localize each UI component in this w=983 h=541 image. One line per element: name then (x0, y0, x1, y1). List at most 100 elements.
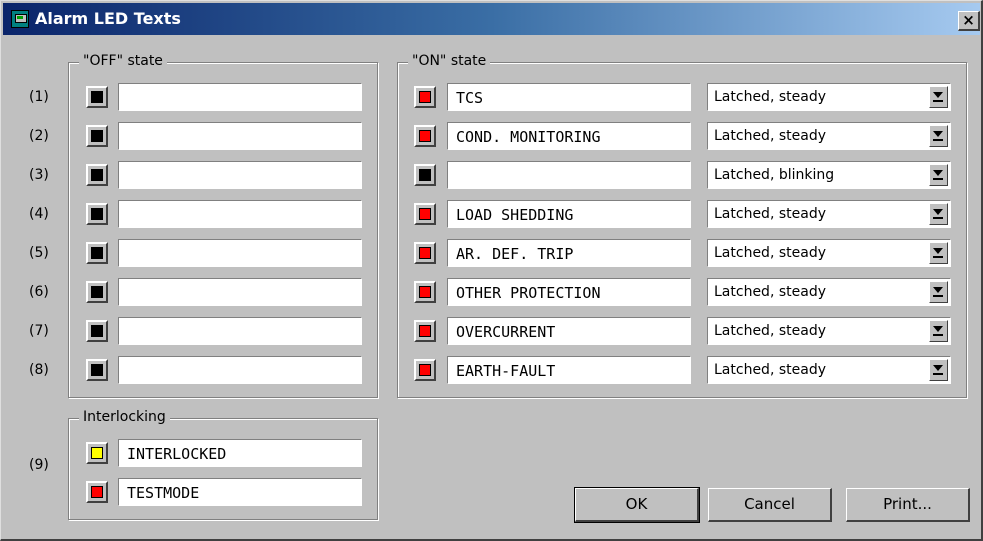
interlocking-legend: Interlocking (79, 409, 170, 425)
on-mode-select-3[interactable]: Latched, blinking (707, 161, 951, 189)
interlock-led-1[interactable] (86, 442, 108, 464)
cancel-button[interactable]: Cancel (708, 488, 832, 522)
alarm-led-texts-dialog: Alarm LED Texts × "OFF" state "ON" state… (0, 0, 983, 541)
on-text-2[interactable]: COND. MONITORING (447, 122, 691, 150)
off-text-2[interactable] (118, 122, 362, 150)
on-led-1[interactable] (414, 86, 436, 108)
off-led-3[interactable] (86, 164, 108, 186)
led-color-swatch (91, 130, 103, 142)
ok-button[interactable]: OK (574, 487, 700, 523)
off-state-legend: "OFF" state (79, 53, 167, 69)
off-led-6[interactable] (86, 281, 108, 303)
on-text-6[interactable]: OTHER PROTECTION (447, 278, 691, 306)
on-led-6[interactable] (414, 281, 436, 303)
chevron-down-icon[interactable] (929, 242, 948, 264)
on-text-1[interactable]: TCS (447, 83, 691, 111)
chevron-down-icon[interactable] (929, 86, 948, 108)
title-bar[interactable]: Alarm LED Texts × (3, 3, 980, 35)
row-number-1: (1) (29, 89, 49, 105)
led-color-swatch (91, 247, 103, 259)
on-mode-value: Latched, steady (714, 245, 826, 261)
led-color-swatch (419, 91, 431, 103)
on-mode-select-8[interactable]: Latched, steady (707, 356, 951, 384)
off-led-8[interactable] (86, 359, 108, 381)
on-mode-select-7[interactable]: Latched, steady (707, 317, 951, 345)
off-led-1[interactable] (86, 86, 108, 108)
led-color-swatch (419, 325, 431, 337)
on-led-5[interactable] (414, 242, 436, 264)
on-text-7[interactable]: OVERCURRENT (447, 317, 691, 345)
on-text-5[interactable]: AR. DEF. TRIP (447, 239, 691, 267)
on-mode-select-6[interactable]: Latched, steady (707, 278, 951, 306)
led-color-swatch (91, 486, 103, 498)
led-color-swatch (419, 247, 431, 259)
off-text-6[interactable] (118, 278, 362, 306)
row-number-7: (7) (29, 323, 49, 339)
led-color-swatch (91, 169, 103, 181)
on-mode-select-4[interactable]: Latched, steady (707, 200, 951, 228)
led-color-swatch (91, 364, 103, 376)
off-state-group: "OFF" state (68, 53, 378, 398)
led-color-swatch (419, 208, 431, 220)
chevron-down-icon[interactable] (929, 125, 948, 147)
row-number-4: (4) (29, 206, 49, 222)
row-number-8: (8) (29, 362, 49, 378)
on-text-4[interactable]: LOAD SHEDDING (447, 200, 691, 228)
on-mode-value: Latched, steady (714, 89, 826, 105)
on-mode-select-1[interactable]: Latched, steady (707, 83, 951, 111)
on-state-legend: "ON" state (408, 53, 491, 69)
on-state-group: "ON" state (397, 53, 967, 398)
on-led-4[interactable] (414, 203, 436, 225)
on-led-3[interactable] (414, 164, 436, 186)
chevron-down-icon[interactable] (929, 320, 948, 342)
on-mode-value: Latched, steady (714, 206, 826, 222)
on-mode-value: Latched, blinking (714, 167, 835, 183)
interlock-text-2[interactable]: TESTMODE (118, 478, 362, 506)
off-text-7[interactable] (118, 317, 362, 345)
led-color-swatch (91, 91, 103, 103)
led-color-swatch (419, 364, 431, 376)
led-color-swatch (91, 286, 103, 298)
chevron-down-icon[interactable] (929, 164, 948, 186)
on-mode-value: Latched, steady (714, 323, 826, 339)
on-mode-select-2[interactable]: Latched, steady (707, 122, 951, 150)
off-text-3[interactable] (118, 161, 362, 189)
row-number-2: (2) (29, 128, 49, 144)
led-color-swatch (419, 286, 431, 298)
interlock-text-1[interactable]: INTERLOCKED (118, 439, 362, 467)
print-button[interactable]: Print... (846, 488, 970, 522)
off-led-5[interactable] (86, 242, 108, 264)
on-led-2[interactable] (414, 125, 436, 147)
on-mode-select-5[interactable]: Latched, steady (707, 239, 951, 267)
off-led-7[interactable] (86, 320, 108, 342)
chevron-down-icon[interactable] (929, 203, 948, 225)
led-color-swatch (91, 208, 103, 220)
off-text-4[interactable] (118, 200, 362, 228)
close-button[interactable]: × (958, 11, 980, 31)
led-color-swatch (419, 169, 431, 181)
row-number-6: (6) (29, 284, 49, 300)
app-icon (11, 10, 29, 28)
off-text-1[interactable] (118, 83, 362, 111)
chevron-down-icon[interactable] (929, 281, 948, 303)
off-led-4[interactable] (86, 203, 108, 225)
row-number-9: (9) (29, 457, 49, 473)
on-led-7[interactable] (414, 320, 436, 342)
led-color-swatch (91, 447, 103, 459)
interlock-led-2[interactable] (86, 481, 108, 503)
row-number-3: (3) (29, 167, 49, 183)
on-text-8[interactable]: EARTH-FAULT (447, 356, 691, 384)
on-mode-value: Latched, steady (714, 362, 826, 378)
off-text-5[interactable] (118, 239, 362, 267)
row-number-5: (5) (29, 245, 49, 261)
off-text-8[interactable] (118, 356, 362, 384)
off-led-2[interactable] (86, 125, 108, 147)
chevron-down-icon[interactable] (929, 359, 948, 381)
window-title: Alarm LED Texts (35, 9, 181, 28)
on-mode-value: Latched, steady (714, 128, 826, 144)
on-text-3[interactable] (447, 161, 691, 189)
on-mode-value: Latched, steady (714, 284, 826, 300)
led-color-swatch (419, 130, 431, 142)
led-color-swatch (91, 325, 103, 337)
on-led-8[interactable] (414, 359, 436, 381)
